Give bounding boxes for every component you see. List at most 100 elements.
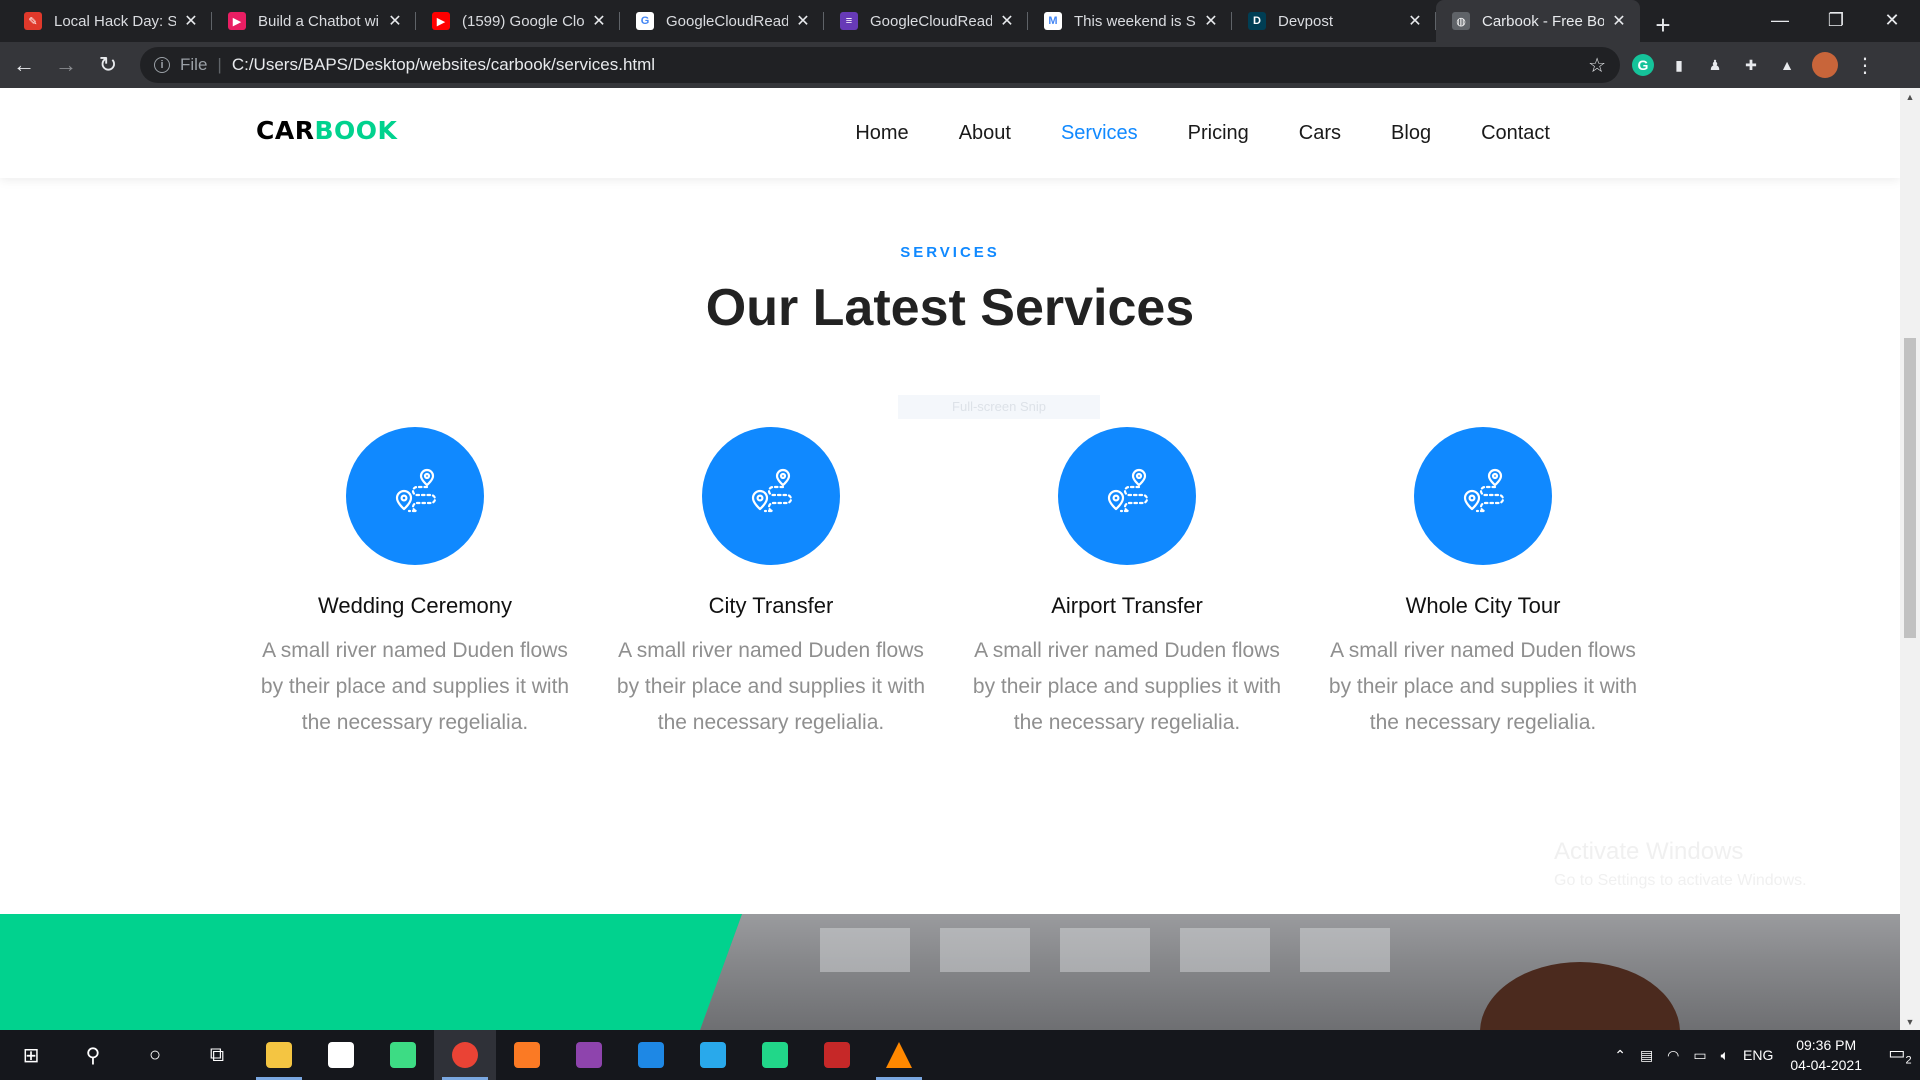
git-icon xyxy=(576,1042,602,1068)
arrow-left-icon: ← xyxy=(13,52,35,77)
scroll-up-icon[interactable]: ▲ xyxy=(1900,88,1920,105)
site-logo[interactable]: CARBOOK xyxy=(256,116,397,145)
grammarly-icon[interactable]: G xyxy=(1632,54,1654,76)
git-button[interactable] xyxy=(558,1030,620,1080)
nav-pricing[interactable]: Pricing xyxy=(1188,122,1249,145)
wifi-icon[interactable]: ◠ xyxy=(1667,1047,1679,1064)
site-menu: Home About Services Pricing Cars Blog Contact xyxy=(805,88,1550,178)
chrome-menu-icon[interactable]: ⋮ xyxy=(1854,54,1876,77)
task-view-button[interactable]: ⧉ xyxy=(186,1030,248,1080)
file-explorer-icon xyxy=(266,1042,292,1068)
clock[interactable]: 09:36 PM 04-04-2021 xyxy=(1790,1035,1862,1075)
tab-close-icon[interactable]: ✕ xyxy=(1406,11,1424,31)
clock-time: 09:36 PM xyxy=(1796,1037,1857,1053)
browser-tab[interactable]: ▶ (1599) Google Clo ✕ xyxy=(416,0,620,42)
bookmark-star-icon[interactable]: ☆ xyxy=(1588,53,1606,78)
browser-tab[interactable]: ▶ Build a Chatbot wi ✕ xyxy=(212,0,416,42)
notifications-button[interactable]: ▭2 xyxy=(1880,1043,1920,1067)
tablet-icon[interactable]: ▤ xyxy=(1640,1047,1653,1064)
page-scrollbar[interactable]: ▲ ▼ xyxy=(1900,88,1920,1030)
browser-tab[interactable]: ≡ GoogleCloudRead ✕ xyxy=(824,0,1028,42)
nav-about[interactable]: About xyxy=(959,122,1011,145)
flask-icon[interactable]: ▲ xyxy=(1776,54,1798,76)
forward-button[interactable]: → xyxy=(48,47,84,83)
nav-contact[interactable]: Contact xyxy=(1481,122,1550,145)
google-icon: G xyxy=(636,12,654,30)
chrome-icon xyxy=(452,1042,478,1068)
browser-tab[interactable]: ◍ Carbook - Free Bo ✕ xyxy=(1436,0,1640,42)
scroll-down-icon[interactable]: ▼ xyxy=(1900,1013,1920,1030)
nav-cars[interactable]: Cars xyxy=(1299,122,1341,145)
reload-icon: ↻ xyxy=(98,52,118,77)
profile-badge-icon[interactable]: ♟ xyxy=(1704,54,1726,76)
telegram-icon xyxy=(700,1042,726,1068)
chrome-button[interactable] xyxy=(434,1030,496,1080)
notification-count: 2 xyxy=(1905,1054,1912,1067)
file-explorer-button[interactable] xyxy=(248,1030,310,1080)
watermark-subtitle: Go to Settings to activate Windows. xyxy=(1554,872,1807,889)
url-text[interactable]: C:/Users/BAPS/Desktop/websites/carbook/s… xyxy=(232,55,1588,75)
vlc-button[interactable] xyxy=(868,1030,930,1080)
tab-close-icon[interactable]: ✕ xyxy=(998,11,1016,31)
language-indicator[interactable]: ENG xyxy=(1743,1047,1773,1063)
address-bar[interactable]: i File | C:/Users/BAPS/Desktop/websites/… xyxy=(140,47,1620,83)
new-tab-button[interactable]: + xyxy=(1646,8,1680,42)
forms-icon: ≡ xyxy=(840,12,858,30)
store-button[interactable] xyxy=(310,1030,372,1080)
start-button[interactable]: ⊞ xyxy=(0,1030,62,1080)
scroll-thumb[interactable] xyxy=(1904,338,1916,638)
notification-icon: ▭ xyxy=(1888,1043,1906,1064)
pineapple-icon xyxy=(824,1042,850,1068)
close-window-button[interactable]: ✕ xyxy=(1864,0,1920,40)
tab-close-icon[interactable]: ✕ xyxy=(1610,11,1628,31)
search-icon: ⚲ xyxy=(85,1044,101,1067)
tab-close-icon[interactable]: ✕ xyxy=(182,11,200,31)
nav-blog[interactable]: Blog xyxy=(1391,122,1431,145)
search-button[interactable]: ⚲ xyxy=(62,1030,124,1080)
pycharm-button[interactable] xyxy=(744,1030,806,1080)
tab-close-icon[interactable]: ✕ xyxy=(1202,11,1220,31)
restore-button[interactable]: ❐ xyxy=(1808,0,1864,40)
background-photo xyxy=(700,914,1900,1030)
nav-home[interactable]: Home xyxy=(855,122,908,145)
tab-close-icon[interactable]: ✕ xyxy=(794,11,812,31)
browser-tab[interactable]: D Devpost ✕ xyxy=(1232,0,1436,42)
extension-icon[interactable]: ▮ xyxy=(1668,54,1690,76)
mlh-icon: ✎ xyxy=(24,12,42,30)
pineapple-button[interactable] xyxy=(806,1030,868,1080)
info-icon[interactable]: i xyxy=(154,57,170,73)
nav-services[interactable]: Services xyxy=(1061,122,1138,145)
service-description: A small river named Duden flows by their… xyxy=(1328,639,1638,734)
tab-close-icon[interactable]: ✕ xyxy=(590,11,608,31)
tab-close-icon[interactable]: ✕ xyxy=(386,11,404,31)
vscode-button[interactable] xyxy=(620,1030,682,1080)
browser-tab[interactable]: G GoogleCloudRead ✕ xyxy=(620,0,824,42)
volume-icon[interactable]: 🔈︎ xyxy=(1721,1047,1729,1064)
service-description: A small river named Duden flows by their… xyxy=(260,639,570,734)
tab-title: Carbook - Free Bo xyxy=(1482,12,1604,30)
vlc-icon xyxy=(886,1042,912,1068)
service-title: Wedding Ceremony xyxy=(317,593,513,618)
address-separator: | xyxy=(217,55,222,74)
section-title: Our Latest Services xyxy=(705,279,1195,337)
youtube-icon: ▶ xyxy=(432,12,450,30)
minimize-button[interactable]: — xyxy=(1752,0,1808,40)
browser-tab[interactable]: ✎ Local Hack Day: Sh ✕ xyxy=(8,0,212,42)
puzzle-icon[interactable]: ✚ xyxy=(1740,54,1762,76)
android-studio-button[interactable] xyxy=(372,1030,434,1080)
cortana-button[interactable]: ○ xyxy=(124,1030,186,1080)
browser-tab[interactable]: M This weekend is ST ✕ xyxy=(1028,0,1232,42)
battery-icon[interactable]: ▭ xyxy=(1693,1047,1706,1064)
service-title: Whole City Tour xyxy=(1405,593,1561,618)
xampp-button[interactable] xyxy=(496,1030,558,1080)
chevron-up-icon[interactable]: ⌃ xyxy=(1614,1047,1626,1064)
tab-title: (1599) Google Clo xyxy=(462,12,584,30)
service-description: A small river named Duden flows by their… xyxy=(616,639,926,734)
tab-title: This weekend is ST xyxy=(1074,12,1196,30)
telegram-button[interactable] xyxy=(682,1030,744,1080)
profile-avatar[interactable] xyxy=(1812,52,1838,78)
pycharm-icon xyxy=(762,1042,788,1068)
service-card: Whole City Tour A small river named Duden… xyxy=(1328,427,1638,741)
reload-button[interactable]: ↻ xyxy=(90,47,126,83)
back-button[interactable]: ← xyxy=(6,47,42,83)
